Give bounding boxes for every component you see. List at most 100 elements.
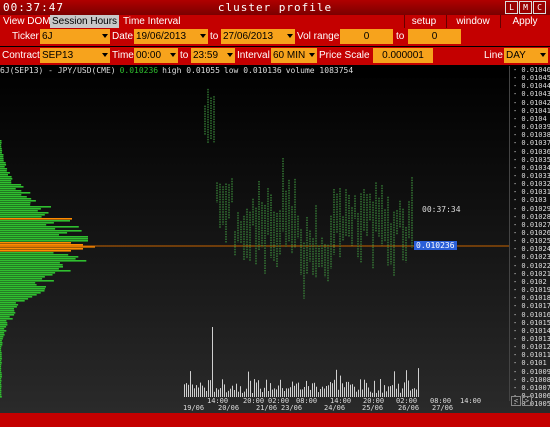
- line-label: Line: [484, 50, 503, 61]
- profile-bar: [0, 170, 7, 172]
- profile-bar: [0, 286, 46, 288]
- profile-bar: [0, 260, 87, 262]
- volume-bar: [294, 385, 295, 397]
- apply-button[interactable]: Apply: [500, 15, 549, 28]
- menu-time-interval[interactable]: Time Interval: [121, 15, 182, 28]
- price-scale-input[interactable]: 0.000001: [373, 48, 433, 63]
- chevron-down-icon: [540, 53, 546, 57]
- vol-from-input[interactable]: 0: [340, 29, 393, 44]
- profile-bar: [0, 178, 13, 180]
- time-from-select[interactable]: 00:00: [134, 48, 178, 63]
- window-close-button[interactable]: C: [533, 1, 546, 14]
- interval-select[interactable]: 60 MIN: [271, 48, 317, 63]
- line-select[interactable]: DAY: [504, 48, 548, 63]
- profile-bar: [0, 266, 63, 268]
- profile-bar: [0, 350, 2, 352]
- volume-bar: [288, 388, 289, 397]
- date-to-label: to: [210, 31, 219, 42]
- profile-bar: [0, 370, 2, 372]
- contract-value: SEP13: [42, 50, 74, 61]
- window-m-button[interactable]: M: [519, 1, 532, 14]
- price-tick-label: - 0.0101: [513, 359, 547, 368]
- chevron-down-icon: [309, 53, 315, 57]
- profile-bar: [0, 282, 36, 284]
- volume-bar: [184, 384, 185, 397]
- volume-bar: [350, 384, 351, 397]
- volume-bar: [248, 371, 249, 397]
- window-l-button[interactable]: L: [505, 1, 518, 14]
- volume-bar: [352, 384, 353, 397]
- volume-bar: [326, 386, 327, 397]
- price-tick-label: - 0.01027: [513, 220, 550, 229]
- profile-bar: [0, 330, 7, 332]
- price-tick-label: - 0.01044: [513, 82, 550, 91]
- profile-bar: [0, 386, 2, 388]
- volume-bar: [328, 385, 329, 397]
- profile-bar: [0, 278, 43, 280]
- volume-bar: [344, 387, 345, 397]
- volume-bar: [390, 386, 391, 397]
- scroll-left-button[interactable]: <: [511, 396, 521, 406]
- profile-bar: [0, 176, 12, 178]
- price-tick-label: - 0.01045: [513, 74, 550, 83]
- profile-bar: [0, 248, 83, 250]
- chart-area[interactable]: [0, 66, 550, 413]
- volume-bar: [196, 385, 197, 397]
- volume-bar: [188, 384, 189, 397]
- volume-bars: [184, 327, 419, 397]
- price-tick-label: - 0.01037: [513, 139, 550, 148]
- profile-bar: [0, 322, 8, 324]
- chevron-down-icon: [227, 53, 233, 57]
- scroll-right-button[interactable]: >: [522, 396, 532, 406]
- profile-bar: [0, 156, 4, 158]
- profile-bar: [0, 388, 2, 390]
- profile-bar: [0, 314, 15, 316]
- menu-session-hours[interactable]: Session Hours: [50, 15, 120, 28]
- profile-bar: [0, 390, 2, 392]
- contract-select[interactable]: SEP13: [40, 48, 110, 63]
- volume-bar: [384, 385, 385, 397]
- date-from-select[interactable]: 19/06/2013: [134, 29, 208, 44]
- profile-bar: [0, 358, 2, 360]
- low-price: low 0.010136: [223, 66, 282, 75]
- profile-bar: [0, 382, 2, 384]
- volume-bar: [308, 386, 309, 397]
- volume-bar: [220, 388, 221, 397]
- window-button[interactable]: window: [446, 15, 499, 28]
- profile-bar: [0, 150, 3, 152]
- time-to-select[interactable]: 23:59: [191, 48, 235, 63]
- date-to-select[interactable]: 27/06/2013: [221, 29, 295, 44]
- profile-bar: [0, 200, 36, 202]
- vol-to-input[interactable]: 0: [408, 29, 461, 44]
- price-tick-label: - 0.01022: [513, 261, 550, 270]
- volume-bar: [254, 379, 255, 397]
- ticker-select[interactable]: 6J: [40, 29, 110, 44]
- profile-bar: [0, 284, 37, 286]
- profile-bar: [0, 274, 53, 276]
- date-tick-label: 19/06: [183, 404, 205, 412]
- volume-bar: [278, 385, 279, 397]
- volume-bar: [378, 390, 379, 397]
- volume-bar: [346, 381, 347, 397]
- setup-button[interactable]: setup: [404, 15, 443, 28]
- volume-bar: [204, 387, 205, 397]
- volume-bar: [348, 381, 349, 397]
- profile-bar: [0, 324, 8, 326]
- menu-view-dom[interactable]: View DOM: [1, 15, 53, 28]
- profile-bar: [0, 194, 22, 196]
- profile-bar: [0, 182, 12, 184]
- line-value: DAY: [506, 50, 526, 61]
- profile-bar: [0, 292, 41, 294]
- volume-bar: [246, 388, 247, 397]
- profile-bar: [0, 218, 72, 220]
- volume-bar: [360, 379, 361, 397]
- profile-bar: [0, 254, 69, 256]
- price-tick-label: - 0.01014: [513, 326, 550, 335]
- profile-bar: [0, 148, 2, 150]
- time-label: Time: [112, 50, 134, 61]
- date-from-value: 19/06/2013: [136, 31, 187, 42]
- volume-bar: [234, 390, 235, 397]
- price-tick-label: - 0.0103: [513, 196, 547, 205]
- date-tick-label: 20/06: [218, 404, 240, 412]
- profile-bar: [0, 238, 88, 240]
